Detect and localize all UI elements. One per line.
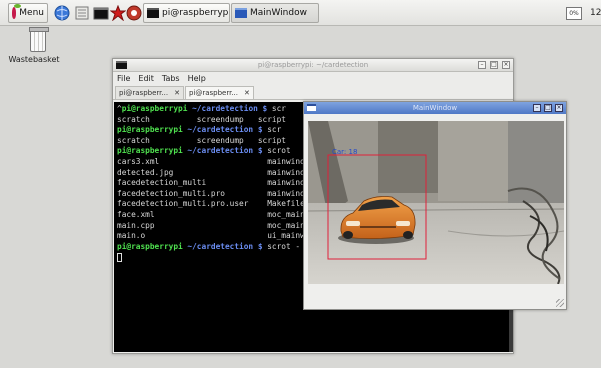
tab-label: pi@raspberr...: [119, 89, 169, 97]
prompt-dir: ~/cardetection $: [182, 125, 268, 135]
menu-tabs[interactable]: Tabs: [162, 74, 180, 84]
prompt-user: pi@raspberrypi: [117, 241, 183, 251]
minimize-button[interactable]: –: [533, 104, 541, 112]
tab-close-icon[interactable]: ✕: [244, 89, 250, 97]
prompt-user: pi@raspberrypi: [117, 125, 183, 135]
menu-help[interactable]: Help: [188, 74, 206, 84]
close-button[interactable]: ×: [502, 61, 510, 69]
camera-image: Car: 18: [308, 121, 564, 284]
minimize-button[interactable]: –: [478, 61, 486, 69]
mainwindow-window: MainWindow – □ × Car: 18: [303, 101, 567, 310]
wastebasket-label: Wastebasket: [8, 55, 60, 64]
prompt-dir: ~/cardetection $: [182, 146, 268, 156]
file-manager-icon[interactable]: [74, 5, 90, 21]
camera-view: Car: 18: [308, 121, 564, 284]
tab-close-icon[interactable]: ✕: [174, 89, 180, 97]
prompt-command: scr: [271, 104, 287, 113]
menu-edit[interactable]: Edit: [138, 74, 154, 84]
mathematica-icon[interactable]: [110, 5, 126, 21]
prompt-command: scrot -: [267, 241, 301, 251]
wolfram-icon[interactable]: [126, 5, 142, 21]
tab-label: pi@raspberr...: [188, 89, 238, 97]
window-icon: [235, 8, 247, 18]
terminal-cursor: [117, 252, 122, 262]
prompt-user: pi@raspberrypi: [121, 104, 188, 113]
mainwindow-titlebar[interactable]: MainWindow – □ ×: [304, 102, 566, 114]
maximize-button[interactable]: □: [490, 61, 498, 69]
menu-button[interactable]: Menu: [8, 3, 48, 23]
prompt-command: scr: [267, 125, 282, 135]
prompt-dir: ~/cardetection $: [187, 104, 272, 113]
menu-label: Menu: [19, 8, 44, 18]
terminal-icon[interactable]: [93, 5, 109, 21]
resize-grip-icon[interactable]: [556, 299, 564, 307]
terminal-icon: [147, 8, 159, 18]
terminal-tab-bar: pi@raspberr... ✕ pi@raspberr... ✕: [113, 86, 513, 100]
terminal-tab[interactable]: pi@raspberr... ✕: [115, 86, 184, 99]
taskbar-item-mainwindow[interactable]: MainWindow: [231, 3, 319, 23]
terminal-menubar: File Edit Tabs Help: [113, 72, 513, 86]
taskbar-item-label: MainWindow: [250, 8, 307, 18]
prompt-dir: ~/cardetection $: [182, 241, 268, 251]
terminal-tab-active[interactable]: pi@raspberr... ✕: [184, 86, 254, 99]
web-browser-icon[interactable]: [54, 5, 70, 21]
taskbar-item-label: pi@raspberrypi: ~/ca...: [162, 8, 230, 18]
window-title: pi@raspberrypi: ~/cardetection: [257, 61, 369, 69]
maximize-button[interactable]: □: [544, 104, 552, 112]
prompt-user: pi@raspberrypi: [117, 146, 183, 156]
desktop: Menu pi@raspberrypi: ~/ca... MainWindow …: [0, 0, 601, 368]
prompt-command: scrot: [267, 146, 291, 156]
window-title: MainWindow: [412, 104, 458, 112]
menu-file[interactable]: File: [117, 74, 130, 84]
cpu-monitor: 0%: [566, 7, 582, 20]
wastebasket-desktop-icon[interactable]: Wastebasket: [8, 27, 62, 64]
close-button[interactable]: ×: [555, 104, 563, 112]
taskbar: Menu pi@raspberrypi: ~/ca... MainWindow …: [0, 0, 601, 26]
taskbar-item-terminal[interactable]: pi@raspberrypi: ~/ca...: [143, 3, 230, 23]
raspberry-icon: [12, 4, 22, 19]
terminal-titlebar[interactable]: pi@raspberrypi: ~/cardetection – □ ×: [113, 59, 513, 72]
detection-label: Car: 18: [332, 148, 357, 156]
clock: 12: [590, 8, 601, 18]
wastebasket-icon: [29, 27, 49, 52]
